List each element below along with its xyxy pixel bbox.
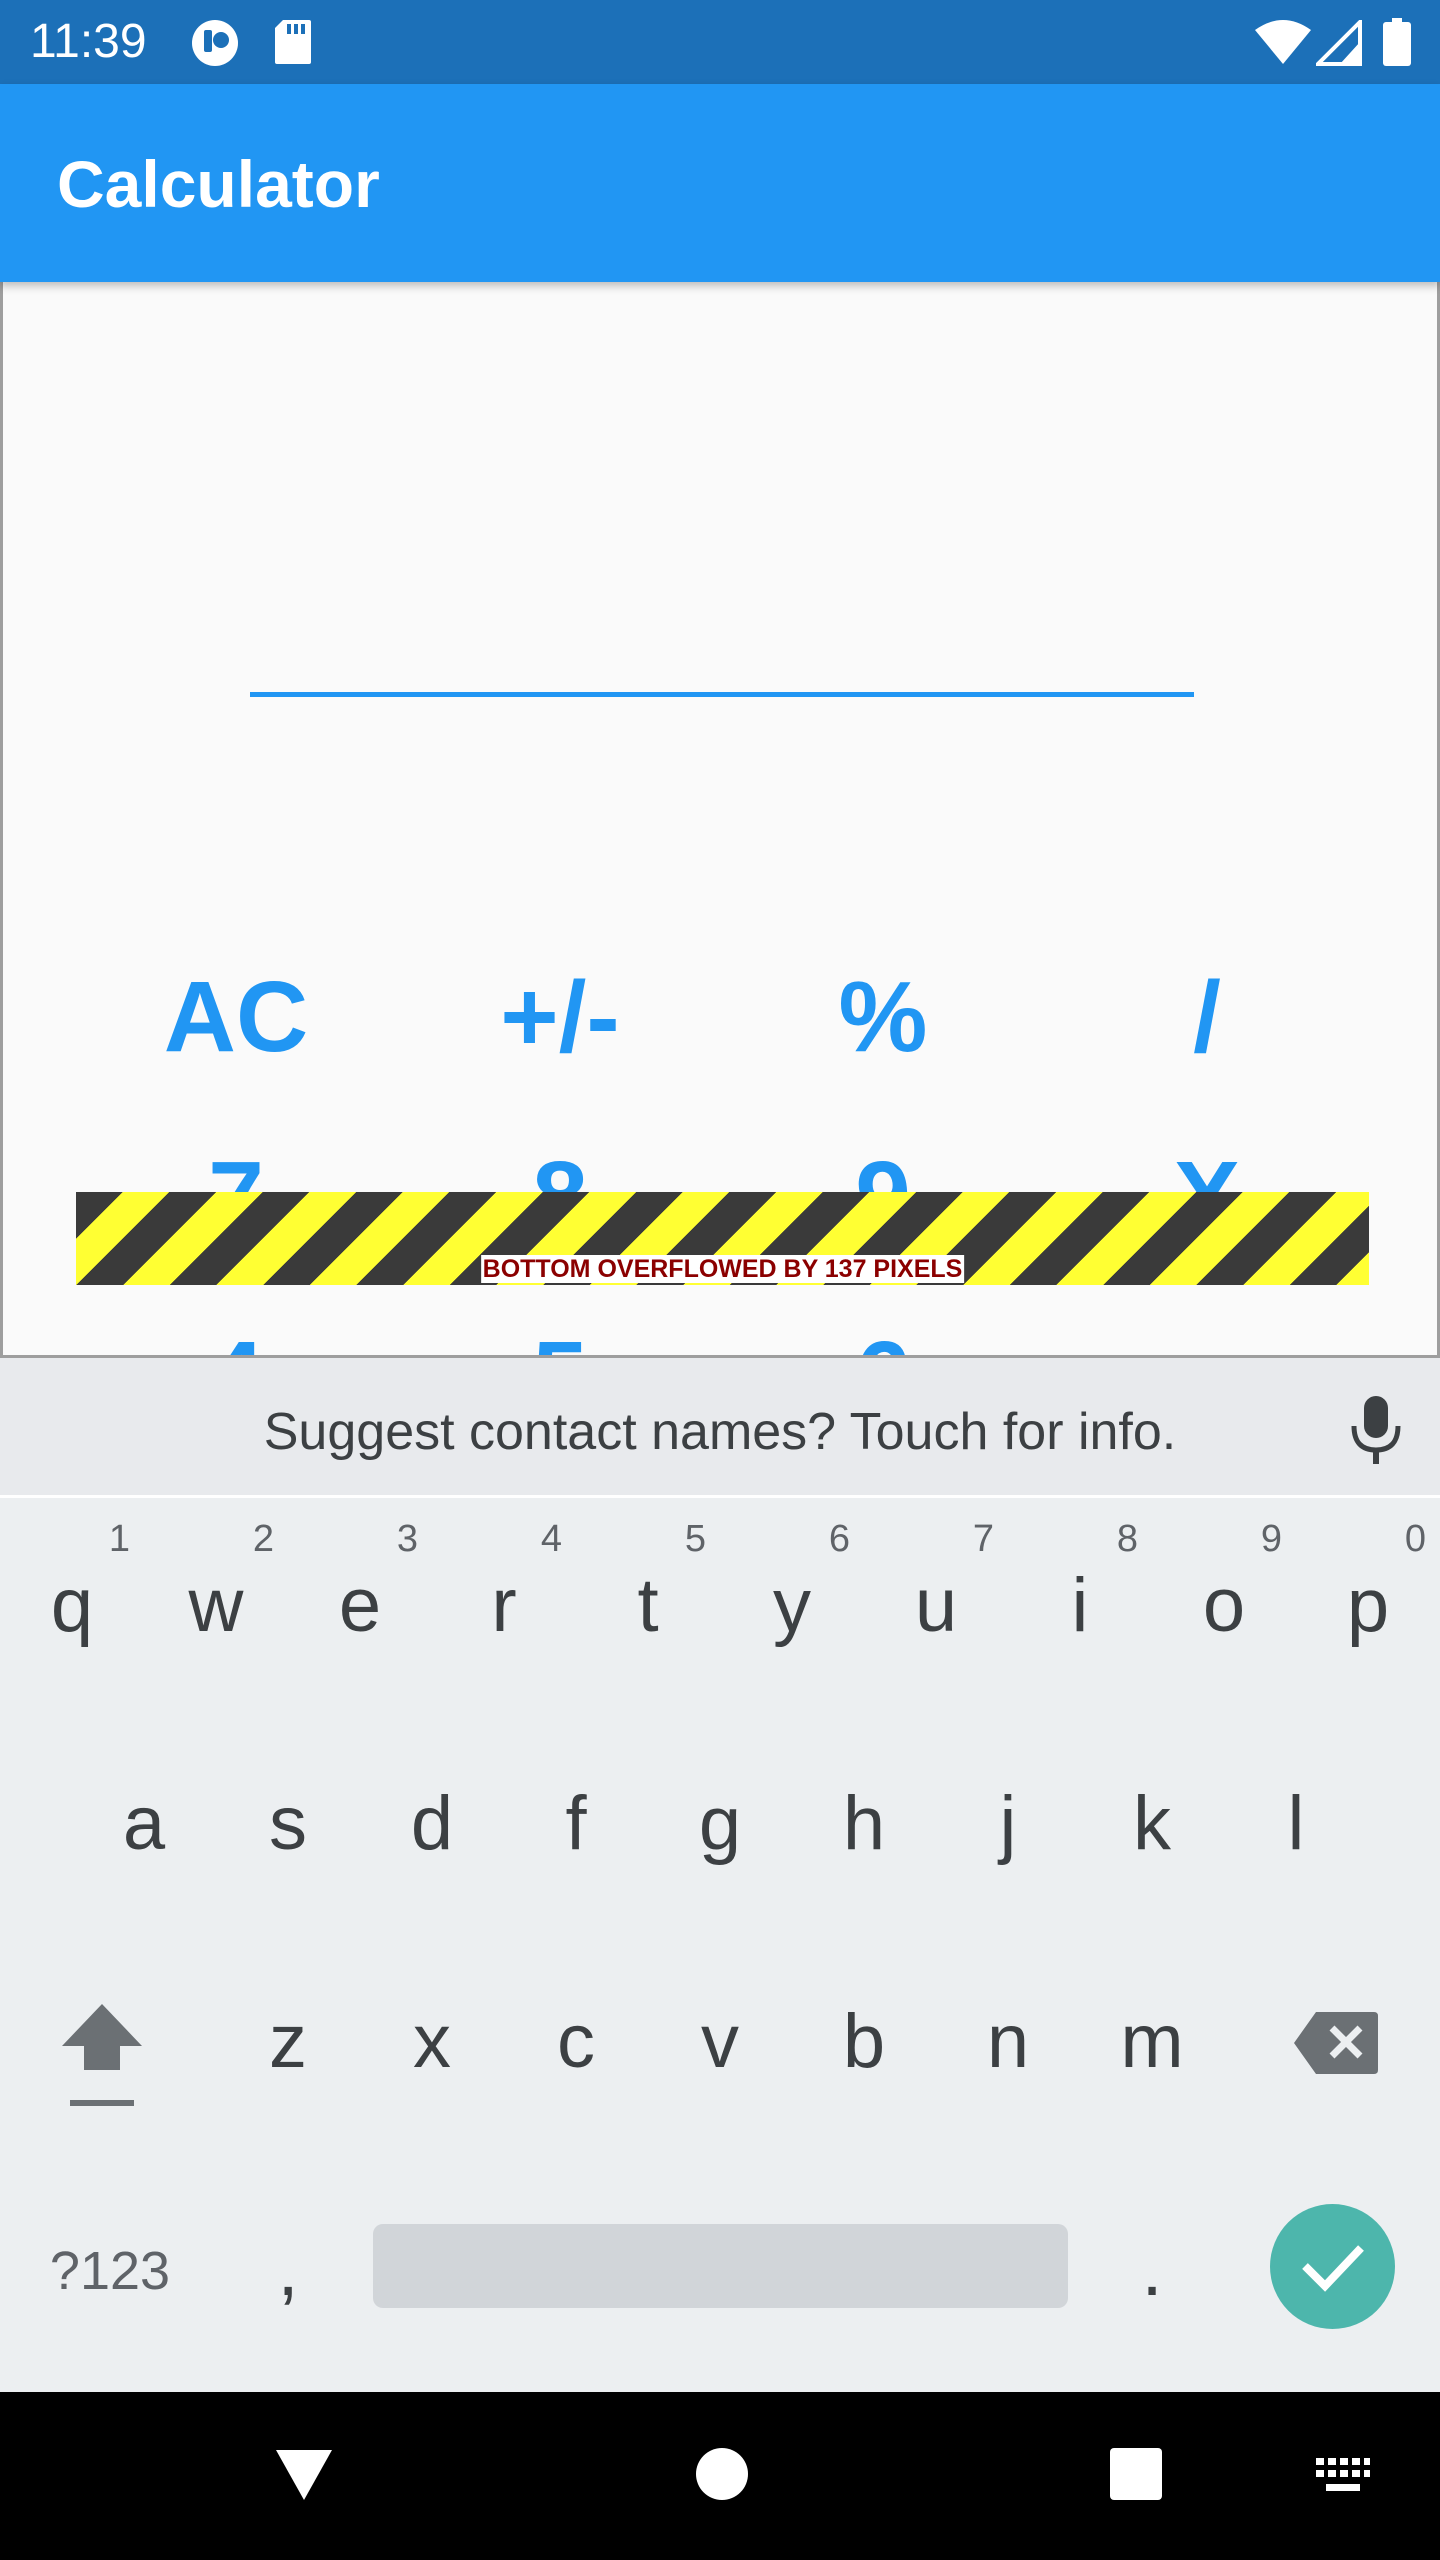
key-m[interactable]: m [1080, 1934, 1224, 2114]
key-i[interactable]: 8i [1008, 1498, 1152, 1678]
recents-icon[interactable] [1108, 2446, 1164, 2507]
app-bar: Calculator [0, 84, 1440, 282]
checkmark-icon [1301, 2240, 1365, 2297]
key-a[interactable]: a [72, 1716, 216, 1896]
battery-icon [1383, 18, 1411, 71]
navigation-bar [0, 2392, 1440, 2560]
status-time: 11:39 [30, 15, 147, 68]
cell-signal-icon [1313, 17, 1362, 71]
key-c[interactable]: c [504, 1934, 648, 2114]
display-underline [250, 692, 1194, 697]
key-p[interactable]: 0p [1296, 1498, 1440, 1678]
shift-key[interactable] [30, 1934, 174, 2114]
backspace-key[interactable] [1266, 1934, 1410, 2114]
key-d[interactable]: d [360, 1716, 504, 1896]
overflow-warning-text: BOTTOM OVERFLOWED BY 137 PIXELS [480, 1255, 965, 1283]
key-e[interactable]: 3e [288, 1498, 432, 1678]
key-r[interactable]: 4r [432, 1498, 576, 1678]
key-subtract[interactable]: - [1097, 1317, 1317, 1355]
key-y[interactable]: 6y [720, 1498, 864, 1678]
key-divide[interactable]: / [1097, 957, 1317, 1077]
key-n[interactable]: n [936, 1934, 1080, 2114]
keyboard-switch-icon[interactable] [1314, 2456, 1372, 2501]
notification-app-icon [190, 18, 240, 73]
wifi-icon [1255, 20, 1311, 71]
key-b[interactable]: b [792, 1934, 936, 2114]
key-l[interactable]: l [1224, 1716, 1368, 1896]
key-o[interactable]: 9o [1152, 1498, 1296, 1678]
period-key[interactable]: . [1080, 2152, 1224, 2332]
key-5[interactable]: 5 [450, 1317, 670, 1355]
suggestion-text[interactable]: Suggest contact names? Touch for info. [0, 1402, 1440, 1462]
key-s[interactable]: s [216, 1716, 360, 1896]
key-f[interactable]: f [504, 1716, 648, 1896]
shift-icon [58, 2000, 146, 2123]
key-4[interactable]: 4 [126, 1317, 346, 1355]
key-q[interactable]: 1q [0, 1498, 144, 1678]
key-6[interactable]: 6 [773, 1317, 993, 1355]
key-z[interactable]: z [216, 1934, 360, 2114]
status-bar: 11:39 [0, 0, 1440, 84]
key-toggle-sign[interactable]: +/- [450, 957, 670, 1077]
mic-icon[interactable] [1348, 1394, 1404, 1471]
calculator-body: AC +/- % / 7 8 9 X 4 5 6 - BOTTOM OVERFL… [0, 282, 1440, 1358]
home-icon[interactable] [694, 2446, 750, 2507]
symbols-key[interactable]: ?123 [30, 2152, 190, 2332]
sd-card-icon [273, 18, 313, 71]
key-g[interactable]: g [648, 1716, 792, 1896]
comma-key[interactable]: , [216, 2152, 360, 2332]
key-h[interactable]: h [792, 1716, 936, 1896]
key-k[interactable]: k [1080, 1716, 1224, 1896]
key-t[interactable]: 5t [576, 1498, 720, 1678]
key-w[interactable]: 2w [144, 1498, 288, 1678]
overflow-warning-banner: BOTTOM OVERFLOWED BY 137 PIXELS [76, 1192, 1369, 1285]
display-field[interactable] [250, 582, 1194, 692]
key-x[interactable]: x [360, 1934, 504, 2114]
key-percent[interactable]: % [773, 957, 993, 1077]
back-icon[interactable] [274, 2446, 334, 2507]
key-u[interactable]: 7u [864, 1498, 1008, 1678]
app-title: Calculator [57, 147, 380, 221]
keyboard-suggestion-bar[interactable]: Suggest contact names? Touch for info. [0, 1358, 1440, 1498]
key-j[interactable]: j [936, 1716, 1080, 1896]
enter-key[interactable] [1270, 2204, 1395, 2329]
space-bar[interactable] [373, 2224, 1068, 2308]
key-v[interactable]: v [648, 1934, 792, 2114]
key-all-clear[interactable]: AC [126, 957, 346, 1077]
backspace-icon [1292, 2010, 1380, 2089]
